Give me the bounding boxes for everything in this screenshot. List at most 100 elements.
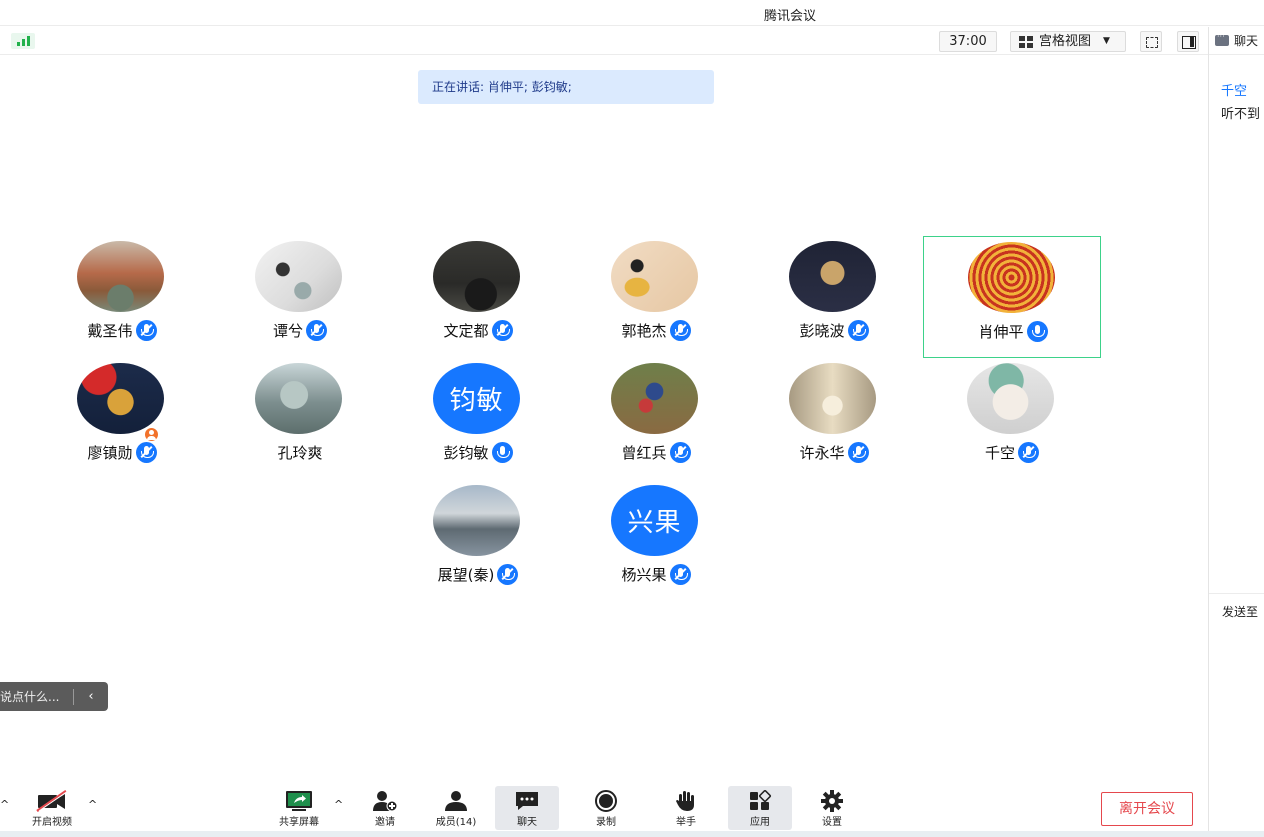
chat-message-text: 听不到 — [1221, 107, 1261, 122]
participant-tile[interactable]: 文定都 — [389, 236, 567, 358]
participant-avatar — [433, 241, 520, 312]
members-button[interactable]: 成员(14) — [424, 786, 488, 830]
mic-on-icon — [491, 442, 513, 463]
participant-tile[interactable]: 彭晓波 — [745, 236, 923, 358]
view-mode-button[interactable]: 宫格视图 ▼ — [1010, 31, 1126, 52]
participant-name: 孔玲爽 — [277, 444, 323, 462]
participant-avatar — [967, 363, 1054, 434]
participant-name: 肖伸平 — [978, 323, 1024, 341]
record-button[interactable]: 录制 — [574, 786, 638, 830]
participant-name-row: 谭兮 — [211, 320, 389, 341]
participant-name-row: 文定都 — [389, 320, 567, 341]
send-to-selector[interactable]: 发送至 — [1209, 593, 1264, 619]
members-label: 成员(14) — [435, 817, 477, 828]
participant-name-row: 彭晓波 — [745, 320, 923, 341]
raise-hand-button[interactable]: 举手 — [654, 786, 718, 830]
mic-muted-icon — [135, 320, 157, 341]
speaking-banner: 正在讲话: 肖伸平; 彭钧敏; — [418, 70, 714, 104]
participant-avatar — [968, 242, 1055, 313]
mic-muted-icon — [1018, 442, 1039, 463]
participant-name-row: 廖镇勋 — [33, 442, 211, 463]
apps-icon — [750, 790, 771, 810]
chat-panel-header[interactable]: 聊天 — [1209, 27, 1264, 55]
video-options-chevron-icon[interactable]: ^ — [88, 798, 97, 811]
participant-name-row: 郭艳杰 — [567, 320, 745, 341]
mic-muted-icon — [847, 320, 869, 341]
participant-avatar — [611, 363, 698, 434]
invite-button[interactable]: 邀请 — [353, 786, 417, 830]
share-options-chevron-icon[interactable]: ^ — [334, 798, 343, 811]
sidebar-toggle-icon[interactable] — [1177, 31, 1199, 52]
participant-tile[interactable]: 兴果 杨兴果 — [567, 480, 745, 602]
participant-tile[interactable]: 许永华 — [745, 358, 923, 480]
participant-tile[interactable]: 曾红兵 — [567, 358, 745, 480]
mic-muted-icon — [135, 442, 157, 463]
mic-muted-icon — [669, 320, 691, 341]
leave-meeting-button[interactable]: 离开会议 — [1101, 792, 1193, 826]
caret-down-icon: ▼ — [1103, 36, 1110, 46]
invite-label: 邀请 — [375, 817, 395, 828]
participant-tile[interactable]: 展望(秦) — [389, 480, 567, 602]
participant-tile[interactable]: 戴圣伟 — [33, 236, 211, 358]
participant-name: 彭晓波 — [799, 322, 845, 340]
share-screen-button[interactable]: 共享屏幕 — [267, 786, 331, 830]
record-icon — [595, 790, 617, 812]
participant-avatar: 钧敏 — [433, 363, 520, 434]
chat-quick-input[interactable]: 说点什么... ‹ — [0, 682, 108, 711]
participant-name-row: 展望(秦) — [389, 564, 567, 585]
fullscreen-icon[interactable] — [1140, 31, 1162, 52]
participant-avatar — [255, 241, 342, 312]
participant-avatar — [77, 363, 164, 434]
participant-avatar — [789, 363, 876, 434]
share-screen-icon — [286, 791, 312, 811]
participant-name-row: 曾红兵 — [567, 442, 745, 463]
participant-name: 谭兮 — [272, 322, 303, 340]
participant-name-row: 肖伸平 — [924, 321, 1102, 342]
title-bar: 腾讯会议 — [0, 0, 1264, 26]
bottom-toolbar: ^ 开启视频 ^ 共享屏幕 ^ 邀请 成员(14) 聊天 录制 举手 应用 设置 — [0, 780, 1208, 831]
chat-input-placeholder: 说点什么... — [0, 690, 60, 704]
participant-name-row: 杨兴果 — [567, 564, 745, 585]
participant-name-row: 千空 — [923, 442, 1101, 463]
meeting-timer: 37:00 — [939, 31, 997, 52]
participant-tile[interactable]: 孔玲爽 — [211, 358, 389, 480]
view-mode-label: 宫格视图 — [1039, 34, 1092, 49]
collapse-chevron-icon[interactable]: ‹ — [74, 689, 108, 704]
participant-avatar — [611, 241, 698, 312]
mic-muted-icon — [847, 442, 869, 463]
participant-tile[interactable]: 谭兮 — [211, 236, 389, 358]
participant-name: 郭艳杰 — [621, 322, 667, 340]
participant-tile[interactable]: 廖镇勋 — [33, 358, 211, 480]
chat-button[interactable]: 聊天 — [495, 786, 559, 830]
mic-muted-icon — [669, 442, 691, 463]
participant-name: 戴圣伟 — [87, 322, 133, 340]
signal-strength-icon[interactable] — [11, 33, 35, 49]
participant-avatar — [77, 241, 164, 312]
participant-name: 文定都 — [443, 322, 489, 340]
settings-button[interactable]: 设置 — [800, 786, 864, 830]
participant-tile[interactable]: 郭艳杰 — [567, 236, 745, 358]
app-title: 腾讯会议 — [763, 9, 816, 24]
raise-hand-label: 举手 — [676, 817, 696, 828]
participant-tile[interactable]: 千空 — [923, 358, 1101, 480]
mic-muted-icon — [497, 564, 519, 585]
host-badge-icon — [143, 426, 160, 443]
participant-tile[interactable]: 肖伸平 — [923, 236, 1101, 358]
participant-avatar — [433, 485, 520, 556]
bottom-edge — [0, 831, 1264, 837]
participant-tile[interactable]: 钧敏彭钧敏 — [389, 358, 567, 480]
grid-view-icon — [1019, 35, 1033, 48]
participant-name-row: 彭钧敏 — [389, 442, 567, 463]
gear-icon — [821, 790, 843, 812]
participant-avatar: 兴果 — [611, 485, 698, 556]
mic-muted-icon — [491, 320, 513, 341]
invite-user-icon — [373, 791, 398, 812]
chat-label: 聊天 — [517, 817, 537, 828]
apps-button[interactable]: 应用 — [728, 786, 792, 830]
chat-panel: 聊天 千空 听不到 发送至 — [1208, 27, 1264, 837]
participant-name: 彭钧敏 — [443, 444, 489, 462]
audio-options-chevron-icon[interactable]: ^ — [0, 798, 9, 811]
start-video-button[interactable]: 开启视频 — [20, 786, 84, 830]
participant-name: 展望(秦) — [437, 566, 495, 584]
members-icon — [445, 791, 467, 811]
